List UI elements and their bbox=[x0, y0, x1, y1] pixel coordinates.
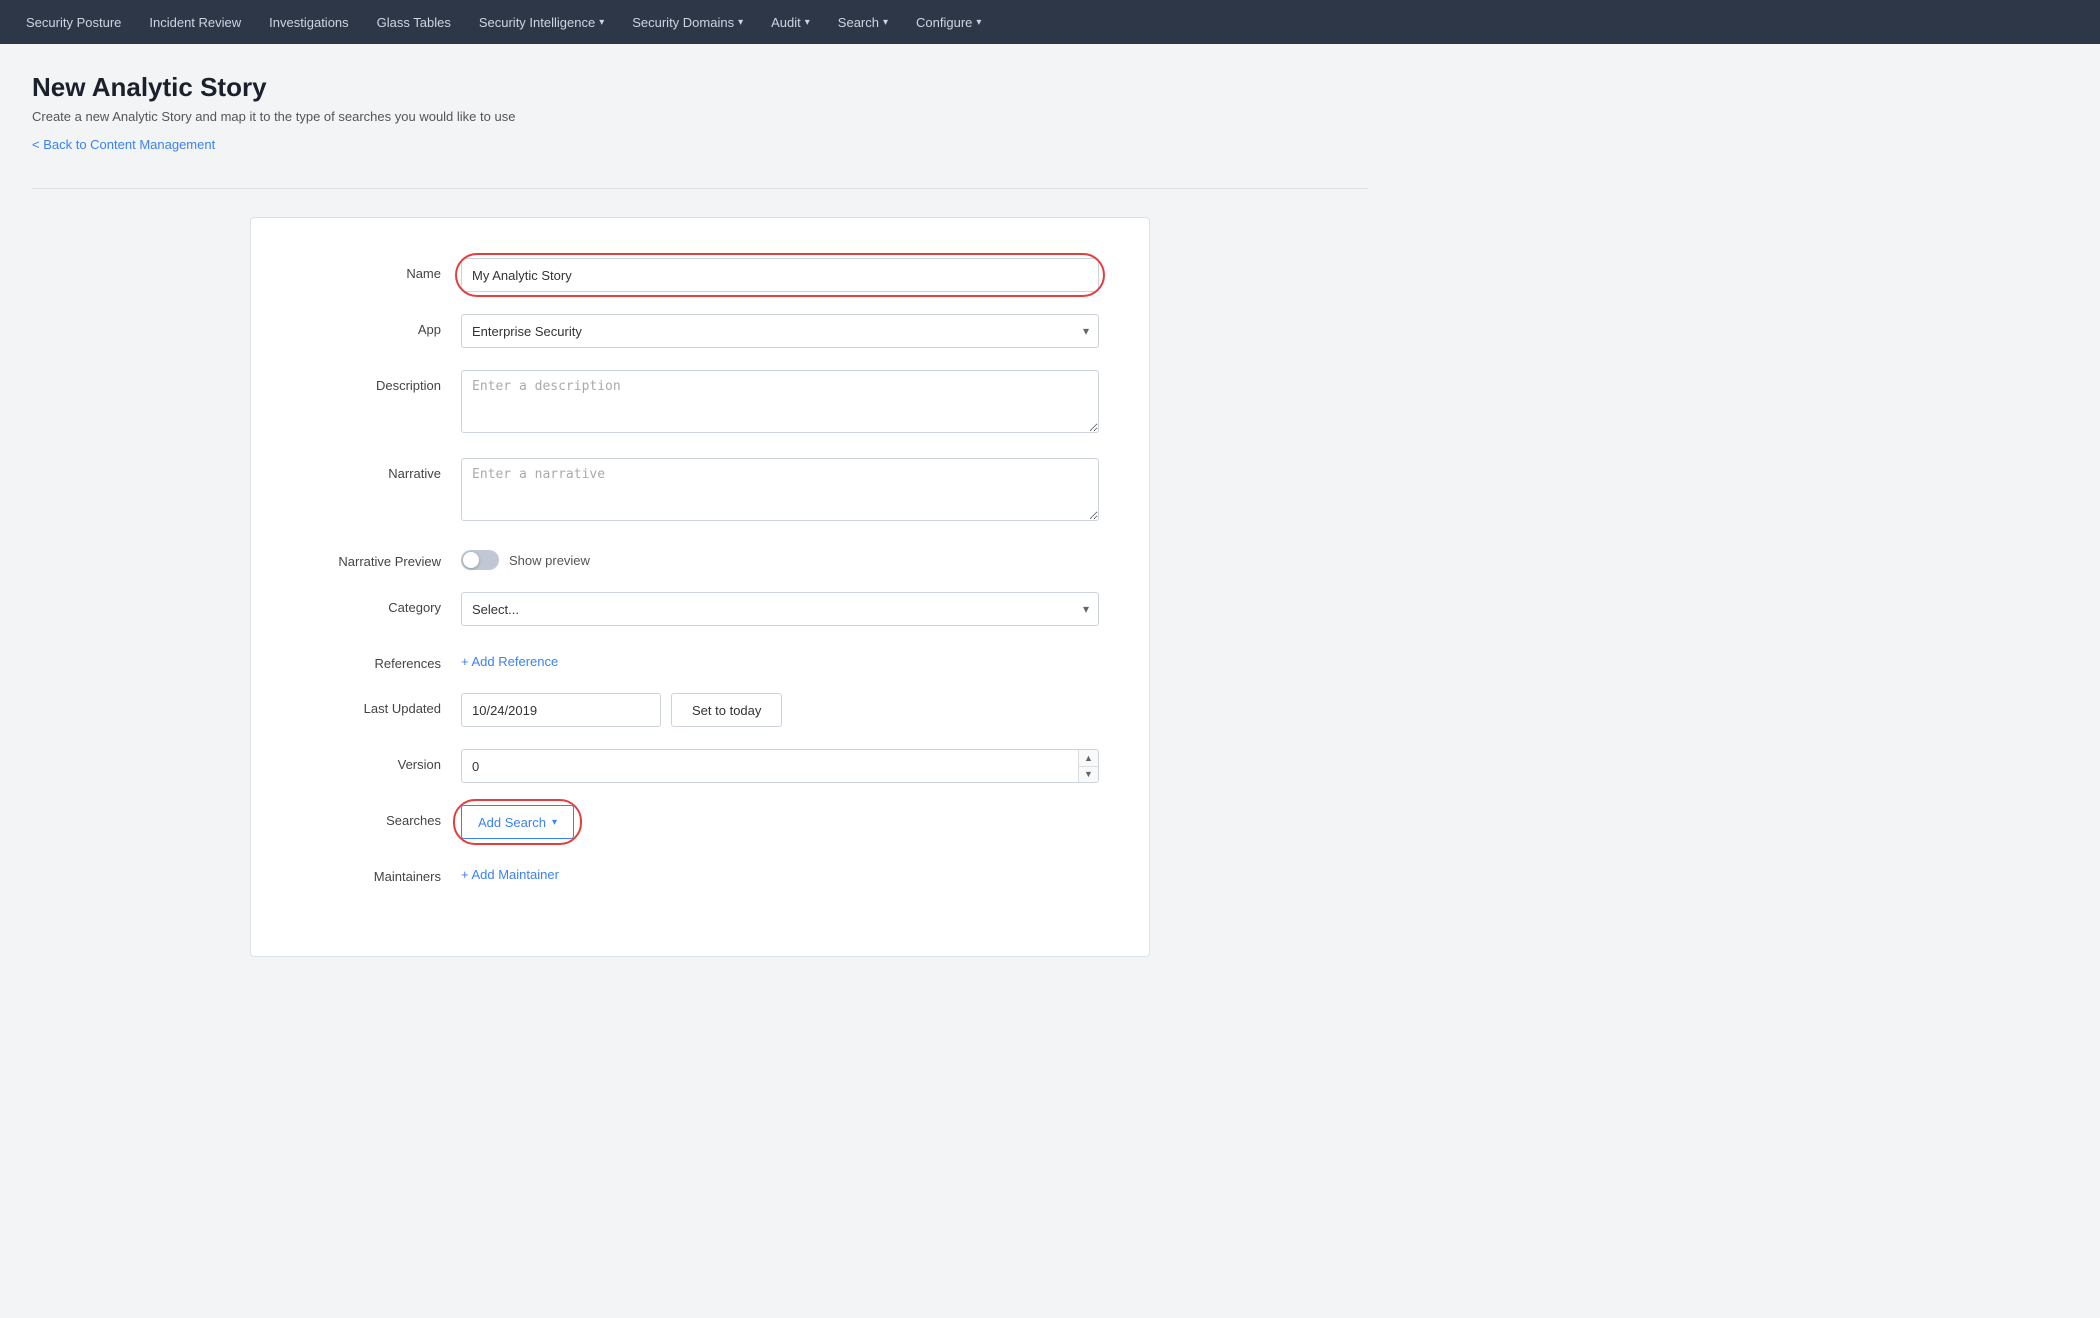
chevron-down-icon: ▾ bbox=[883, 17, 888, 28]
app-label: App bbox=[301, 314, 461, 337]
form-card: Name App Enterprise Security Search bbox=[250, 217, 1150, 957]
page-content: New Analytic Story Create a new Analytic… bbox=[0, 44, 1400, 997]
last-updated-wrap: Set to today bbox=[461, 693, 1099, 727]
chevron-down-icon: ▾ bbox=[599, 17, 604, 28]
maintainers-label: Maintainers bbox=[301, 861, 461, 884]
name-input-wrap bbox=[461, 258, 1099, 292]
references-row: References + Add Reference bbox=[301, 648, 1099, 671]
description-label: Description bbox=[301, 370, 461, 393]
description-row: Description bbox=[301, 370, 1099, 436]
nav-security-intelligence[interactable]: Security Intelligence ▾ bbox=[465, 0, 618, 44]
version-input[interactable] bbox=[461, 749, 1099, 783]
page-subtitle: Create a new Analytic Story and map it t… bbox=[32, 109, 1368, 124]
last-updated-control: Set to today bbox=[461, 693, 1099, 727]
narrative-label: Narrative bbox=[301, 458, 461, 481]
last-updated-row: Last Updated Set to today bbox=[301, 693, 1099, 727]
nav-security-posture[interactable]: Security Posture bbox=[12, 0, 135, 44]
nav-incident-review[interactable]: Incident Review bbox=[135, 0, 255, 44]
narrative-preview-row: Narrative Preview Show preview bbox=[301, 546, 1099, 570]
nav-configure[interactable]: Configure ▾ bbox=[902, 0, 995, 44]
version-row: Version ▲ ▼ bbox=[301, 749, 1099, 783]
nav-search[interactable]: Search ▾ bbox=[824, 0, 902, 44]
name-control bbox=[461, 258, 1099, 292]
name-row: Name bbox=[301, 258, 1099, 292]
top-nav: Security Posture Incident Review Investi… bbox=[0, 0, 2100, 44]
toggle-wrap: Show preview bbox=[461, 546, 1099, 570]
narrative-preview-control: Show preview bbox=[461, 546, 1099, 570]
version-control: ▲ ▼ bbox=[461, 749, 1099, 783]
narrative-row: Narrative bbox=[301, 458, 1099, 524]
references-label: References bbox=[301, 648, 461, 671]
app-select-wrap: Enterprise Security Search Other bbox=[461, 314, 1099, 348]
nav-investigations[interactable]: Investigations bbox=[255, 0, 363, 44]
name-input[interactable] bbox=[461, 258, 1099, 292]
name-label: Name bbox=[301, 258, 461, 281]
category-label: Category bbox=[301, 592, 461, 615]
narrative-control bbox=[461, 458, 1099, 524]
nav-audit[interactable]: Audit ▾ bbox=[757, 0, 824, 44]
narrative-preview-toggle[interactable] bbox=[461, 550, 499, 570]
add-search-caret-icon: ▾ bbox=[552, 817, 557, 828]
searches-label: Searches bbox=[301, 805, 461, 828]
add-search-wrap: Add Search ▾ bbox=[461, 805, 574, 839]
add-maintainer-button[interactable]: + Add Maintainer bbox=[461, 861, 559, 882]
narrative-preview-label: Narrative Preview bbox=[301, 546, 461, 569]
maintainers-control: + Add Maintainer bbox=[461, 861, 1099, 882]
back-link[interactable]: < Back to Content Management bbox=[32, 137, 215, 152]
version-label: Version bbox=[301, 749, 461, 772]
category-select[interactable]: Select... bbox=[461, 592, 1099, 626]
chevron-down-icon: ▾ bbox=[976, 17, 981, 28]
nav-security-domains[interactable]: Security Domains ▾ bbox=[618, 0, 757, 44]
add-search-button[interactable]: Add Search ▾ bbox=[461, 805, 574, 839]
version-increment-button[interactable]: ▲ bbox=[1079, 750, 1098, 767]
form-outer: Name App Enterprise Security Search bbox=[32, 217, 1368, 957]
add-reference-button[interactable]: + Add Reference bbox=[461, 648, 558, 669]
last-updated-label: Last Updated bbox=[301, 693, 461, 716]
set-to-today-button[interactable]: Set to today bbox=[671, 693, 782, 727]
description-textarea[interactable] bbox=[461, 370, 1099, 433]
app-row: App Enterprise Security Search Other bbox=[301, 314, 1099, 348]
chevron-down-icon: ▾ bbox=[738, 17, 743, 28]
nav-glass-tables[interactable]: Glass Tables bbox=[363, 0, 465, 44]
category-select-wrap: Select... bbox=[461, 592, 1099, 626]
app-select[interactable]: Enterprise Security Search Other bbox=[461, 314, 1099, 348]
version-decrement-button[interactable]: ▼ bbox=[1079, 767, 1098, 783]
page-title: New Analytic Story bbox=[32, 72, 1368, 103]
category-row: Category Select... bbox=[301, 592, 1099, 626]
searches-row: Searches Add Search ▾ bbox=[301, 805, 1099, 839]
category-control: Select... bbox=[461, 592, 1099, 626]
narrative-textarea[interactable] bbox=[461, 458, 1099, 521]
searches-control: Add Search ▾ bbox=[461, 805, 1099, 839]
chevron-down-icon: ▾ bbox=[805, 17, 810, 28]
show-preview-label: Show preview bbox=[509, 553, 590, 568]
divider bbox=[32, 188, 1368, 189]
last-updated-input[interactable] bbox=[461, 693, 661, 727]
maintainers-row: Maintainers + Add Maintainer bbox=[301, 861, 1099, 884]
version-wrap: ▲ ▼ bbox=[461, 749, 1099, 783]
description-control bbox=[461, 370, 1099, 436]
version-spinners: ▲ ▼ bbox=[1078, 750, 1098, 782]
references-control: + Add Reference bbox=[461, 648, 1099, 669]
app-control: Enterprise Security Search Other bbox=[461, 314, 1099, 348]
